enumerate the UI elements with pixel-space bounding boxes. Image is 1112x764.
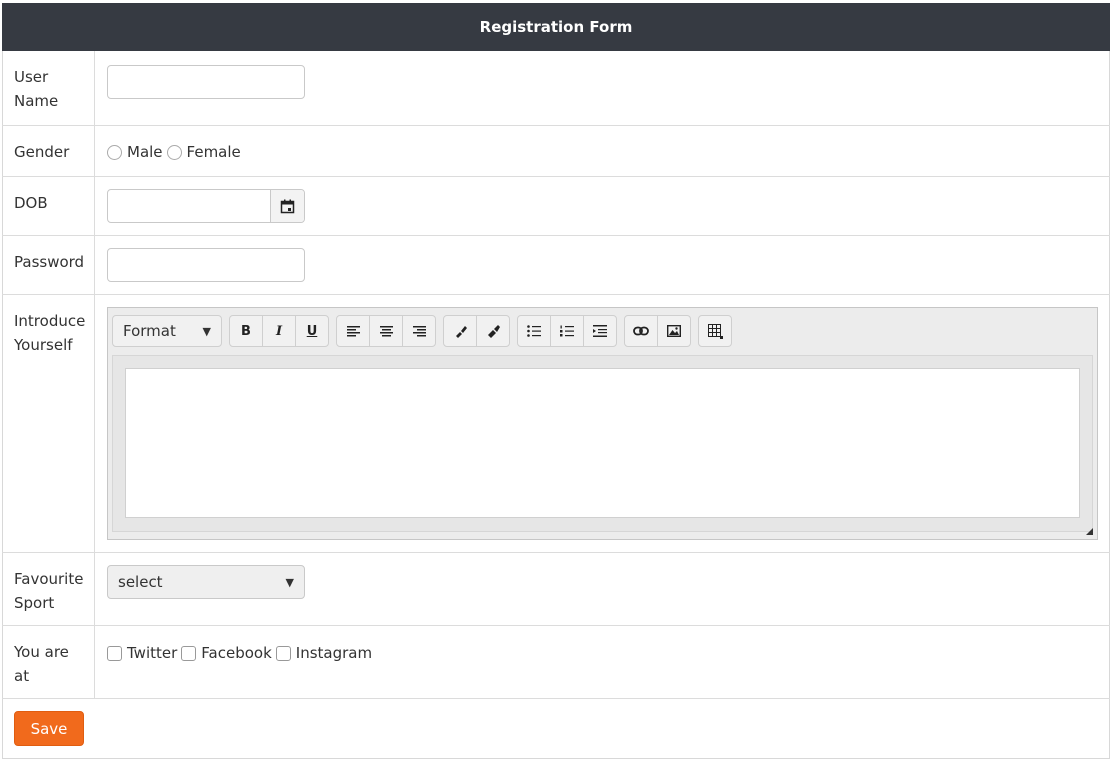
underline-button[interactable]: U [296,316,328,346]
row-actions: Save [2,699,1110,759]
label-introduce: Introduce Yourself [2,295,95,552]
label-password: Password [2,236,95,294]
row-sport: Favourite Sport select ▼ [2,553,1110,626]
label-social: You are at [2,626,95,698]
dropdown-arrow-icon: ▼ [202,324,211,338]
male-radio[interactable] [107,144,122,160]
row-introduce: Introduce Yourself Format ▼ B I U [2,295,1110,553]
toolbar-insert [624,315,691,347]
align-right-icon [412,325,426,336]
align-right-button[interactable] [403,316,435,346]
table-icon [707,323,723,339]
row-password: Password [2,236,1110,295]
format-dropdown[interactable]: Format ▼ [112,315,222,347]
bullet-list-button[interactable] [518,316,551,346]
dob-input[interactable] [107,189,305,223]
clear-format-button[interactable] [477,316,509,346]
link-icon [633,326,649,336]
row-social: You are at Twitter Facebook Instagram [2,626,1110,699]
resize-handle-icon[interactable] [1086,528,1093,535]
calendar-icon [280,199,295,213]
calendar-button[interactable] [270,190,304,222]
username-input[interactable] [107,65,305,99]
password-input[interactable] [107,248,305,282]
align-center-icon [379,325,393,336]
row-username: User Name [2,51,1110,126]
row-dob: DOB [2,177,1110,236]
female-radio[interactable] [166,144,182,160]
row-gender: Gender Male Female [2,126,1110,177]
label-username: User Name [2,51,95,125]
toolbar-text-style: B I U [229,315,329,347]
toolbar-lists [517,315,617,347]
image-button[interactable] [658,316,690,346]
link-button[interactable] [625,316,658,346]
indent-icon [593,325,607,337]
gender-female-option[interactable]: Female [166,143,241,161]
indent-button[interactable] [584,316,616,346]
format-painter-button[interactable] [444,316,477,346]
twitter-checkbox[interactable] [107,645,122,661]
toolbar-table [698,315,732,347]
bullet-list-icon [527,325,541,337]
label-sport: Favourite Sport [2,553,95,625]
numbered-list-icon [560,325,574,337]
sport-select[interactable]: select ▼ [107,565,305,599]
toolbar-align [336,315,436,347]
eraser-brush-icon [487,324,500,338]
toolbar-format-tools [443,315,510,347]
paint-brush-icon [455,325,467,338]
align-left-button[interactable] [337,316,370,346]
gender-male-option[interactable]: Male [107,143,163,161]
label-dob: DOB [2,177,95,235]
save-button[interactable]: Save [14,711,84,746]
facebook-checkbox[interactable] [181,645,197,661]
align-center-button[interactable] [370,316,403,346]
editor-frame [112,355,1093,532]
numbered-list-button[interactable] [551,316,584,346]
chevron-down-icon: ▼ [285,575,294,589]
social-instagram-option[interactable]: Instagram [275,644,372,662]
align-left-icon [346,325,360,336]
editor-content-area[interactable] [125,368,1080,518]
label-gender: Gender [2,126,95,176]
instagram-checkbox[interactable] [275,645,291,661]
rich-text-editor: Format ▼ B I U [107,307,1098,540]
social-facebook-option[interactable]: Facebook [181,644,272,662]
table-button[interactable] [699,316,731,346]
form-title: Registration Form [2,3,1110,51]
social-twitter-option[interactable]: Twitter [107,644,177,662]
italic-button[interactable]: I [263,316,296,346]
image-icon [667,325,681,337]
bold-button[interactable]: B [230,316,263,346]
